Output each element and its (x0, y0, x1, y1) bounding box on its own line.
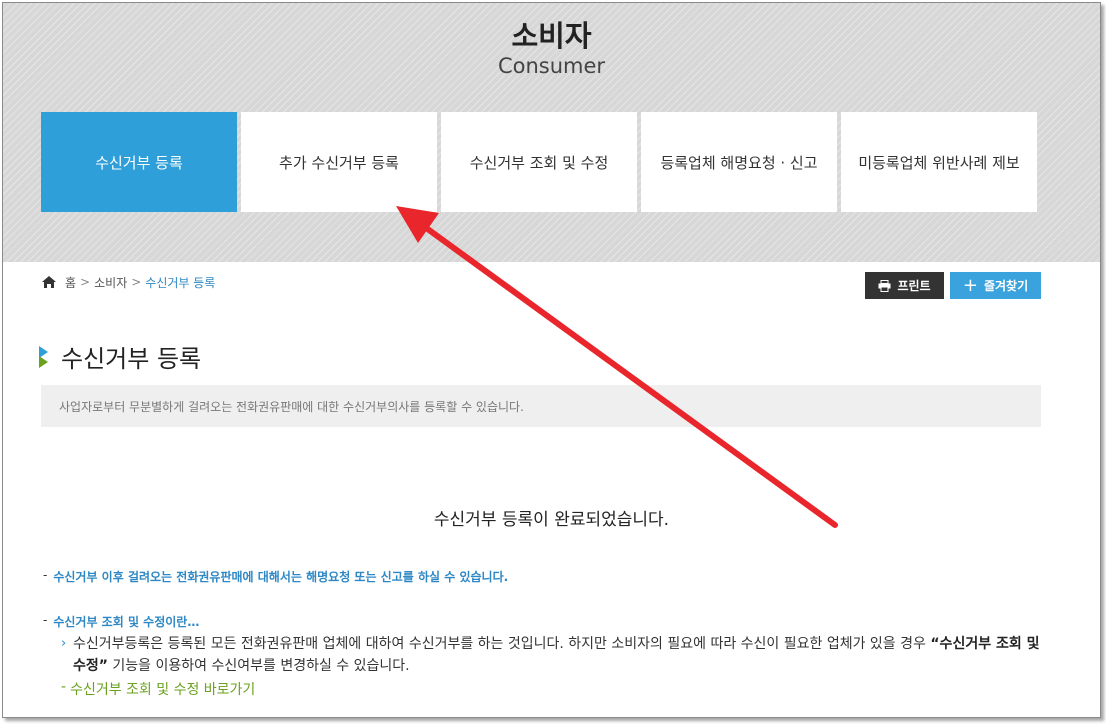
tab-bar: 수신거부 등록 추가 수신거부 등록 수신거부 조회 및 수정 등록업체 해명요… (41, 112, 1037, 212)
breadcrumb-separator: > (80, 275, 91, 289)
lookup-detail-paragraph: › 수신거부등록은 등록된 모든 전화권유판매 업체에 대하여 수신거부를 하는… (61, 633, 1051, 677)
breadcrumb-section[interactable]: 소비자 (94, 274, 127, 291)
favorite-button[interactable]: + 즐겨찾기 (950, 272, 1041, 299)
breadcrumb-home[interactable]: 홈 (65, 274, 76, 291)
shortcut-label: 수신거부 조회 및 수정 바로가기 (70, 682, 256, 698)
note-dash: - (43, 568, 48, 582)
title-chevron-icon (39, 345, 48, 368)
page-description: 사업자로부터 무분별하게 걸려오는 전화권유판매에 대한 수신거부의사를 등록할… (41, 385, 1041, 427)
note-text: 수신거부 이후 걸려오는 전화권유판매에 대해서는 해명요청 또는 신고를 하실… (53, 570, 509, 584)
tab-lookup-edit[interactable]: 수신거부 조회 및 수정 (441, 112, 637, 212)
note-dash: - (43, 613, 48, 627)
plus-icon: + (962, 274, 978, 296)
hero-subtitle: Consumer (497, 54, 606, 78)
note-explanation-report: - 수신거부 이후 걸려오는 전화권유판매에 대해서는 해명요청 또는 신고를 … (43, 568, 508, 585)
tab-unregistered-violation[interactable]: 미등록업체 위반사례 제보 (841, 112, 1037, 212)
tab-additional-register[interactable]: 추가 수신거부 등록 (241, 112, 437, 212)
note-lookup-definition: - 수신거부 조회 및 수정이란… (43, 613, 199, 630)
note-text: 수신거부 조회 및 수정이란… (53, 615, 200, 629)
tab-register-refusal[interactable]: 수신거부 등록 (41, 112, 237, 212)
breadcrumb: 홈 > 소비자 > 수신거부 등록 (41, 273, 215, 291)
favorite-button-label: 즐겨찾기 (983, 279, 1029, 293)
detail-text-part1: 수신거부등록은 등록된 모든 전화권유판매 업체에 대하여 수신거부를 하는 것… (73, 636, 931, 652)
chevron-right-icon: › (61, 636, 67, 651)
print-button-label: 프린트 (897, 279, 931, 293)
breadcrumb-current[interactable]: 수신거부 등록 (145, 274, 215, 291)
home-icon[interactable] (41, 275, 57, 289)
tab-explanation-report[interactable]: 등록업체 해명요청 · 신고 (641, 112, 837, 212)
browser-page-frame: 소비자 Consumer 수신거부 등록 추가 수신거부 등록 수신거부 조회 … (2, 2, 1101, 718)
print-button[interactable]: 프린트 (865, 272, 944, 299)
shortcut-dash: - (61, 679, 67, 695)
page-title-row: 수신거부 등록 (39, 339, 201, 374)
completion-message: 수신거부 등록이 완료되었습니다. (433, 510, 670, 530)
lookup-shortcut-link[interactable]: - 수신거부 조회 및 수정 바로가기 (61, 679, 255, 699)
hero-banner: 소비자 Consumer 수신거부 등록 추가 수신거부 등록 수신거부 조회 … (3, 3, 1100, 262)
page-title: 수신거부 등록 (61, 345, 202, 373)
detail-text-part2: 기능을 이용하여 수신여부를 변경하실 수 있습니다. (107, 658, 410, 674)
hero-title: 소비자 (511, 19, 592, 53)
printer-icon (878, 279, 891, 292)
breadcrumb-separator: > (131, 275, 142, 289)
